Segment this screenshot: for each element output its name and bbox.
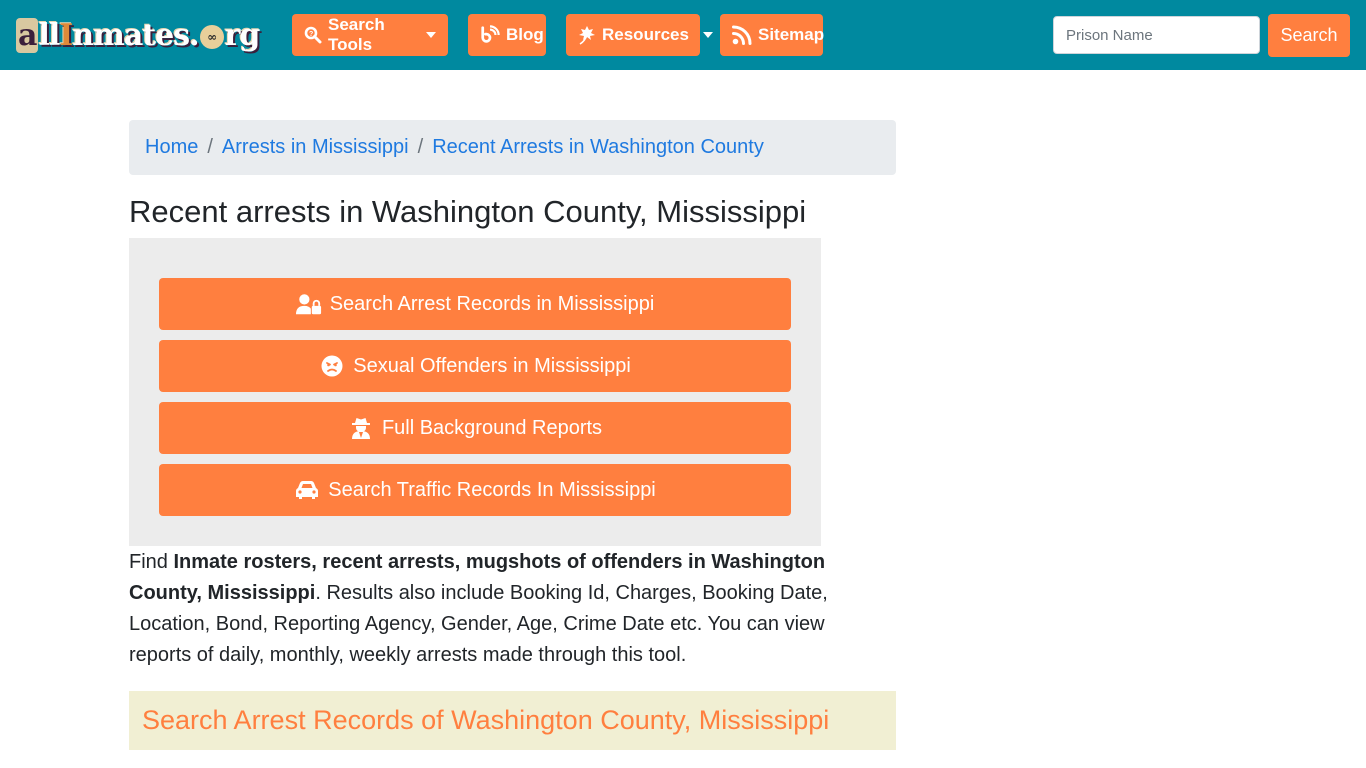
breadcrumb: Home / Arrests in Mississippi / Recent A… (129, 120, 896, 175)
car-icon (294, 479, 320, 501)
breadcrumb-separator: / (417, 136, 424, 158)
nav-resources[interactable]: Resources (566, 14, 713, 56)
logo-text-nmates: nmates (72, 18, 190, 53)
logo-text-ll: ll (38, 18, 60, 53)
search-arrest-records-button[interactable]: Search Arrest Records in Mississippi (159, 278, 791, 330)
breadcrumb-recent-arrests[interactable]: Recent Arrests in Washington County (432, 136, 764, 159)
logo-text-rg: rg (224, 18, 261, 53)
search-button[interactable]: Search (1268, 14, 1350, 57)
breadcrumb-separator: / (207, 136, 213, 158)
breadcrumb-home[interactable]: Home (145, 136, 198, 159)
logo-letter-i: I (59, 18, 73, 53)
rss-icon (732, 25, 752, 45)
section-heading: Search Arrest Records of Washington Coun… (142, 705, 830, 735)
nav-sitemap[interactable]: Sitemap (720, 14, 825, 56)
site-logo[interactable]: allInmates. ∞ rg (16, 16, 268, 56)
nav-search-tools[interactable]: ? Search Tools (292, 14, 448, 56)
description-lead: Find (129, 551, 174, 573)
nav-search-tools-label: Search Tools (328, 15, 385, 54)
nav-blog[interactable]: Blog (468, 14, 546, 56)
full-background-reports-label: Full Background Reports (381, 416, 603, 439)
handcuffs-icon: ∞ (199, 25, 224, 49)
angry-face-icon (319, 355, 345, 377)
search-arrest-records-section: Search Arrest Records of Washington Coun… (129, 691, 896, 750)
search-arrest-records-label: Search Arrest Records in Mississippi (329, 292, 655, 315)
nav-sitemap-label: Sitemap (758, 25, 825, 44)
svg-text:?: ? (309, 31, 313, 38)
logo-letter-a: a (16, 18, 39, 53)
sexual-offenders-button[interactable]: Sexual Offenders in Mississippi (159, 340, 791, 392)
prison-name-search-input[interactable] (1053, 16, 1260, 54)
search-traffic-records-button[interactable]: Search Traffic Records In Mississippi (159, 464, 791, 516)
blogger-icon (480, 25, 500, 45)
user-secret-icon (348, 417, 374, 439)
sexual-offenders-label: Sexual Offenders in Mississippi (353, 354, 631, 377)
search-icon: ? (304, 25, 322, 45)
page-title: Recent arrests in Washington County, Mis… (129, 194, 807, 229)
nav-blog-label: Blog (506, 25, 544, 44)
chevron-down-icon (426, 32, 436, 38)
leaf-icon (578, 25, 596, 45)
page-description: Find Inmate rosters, recent arrests, mug… (129, 547, 849, 671)
search-traffic-records-label: Search Traffic Records In Mississippi (328, 478, 656, 501)
chevron-down-icon (702, 32, 713, 38)
full-background-reports-button[interactable]: Full Background Reports (159, 402, 791, 454)
breadcrumb-arrests-in-mississippi[interactable]: Arrests in Mississippi (222, 136, 409, 159)
nav-resources-label: Resources (602, 25, 689, 44)
navbar: allInmates. ∞ rg ? Search Tools Blog Resou… (0, 0, 1366, 70)
user-lock-icon (295, 293, 322, 315)
tool-buttons-panel: Search Arrest Records in Mississippi Sex… (129, 238, 821, 546)
